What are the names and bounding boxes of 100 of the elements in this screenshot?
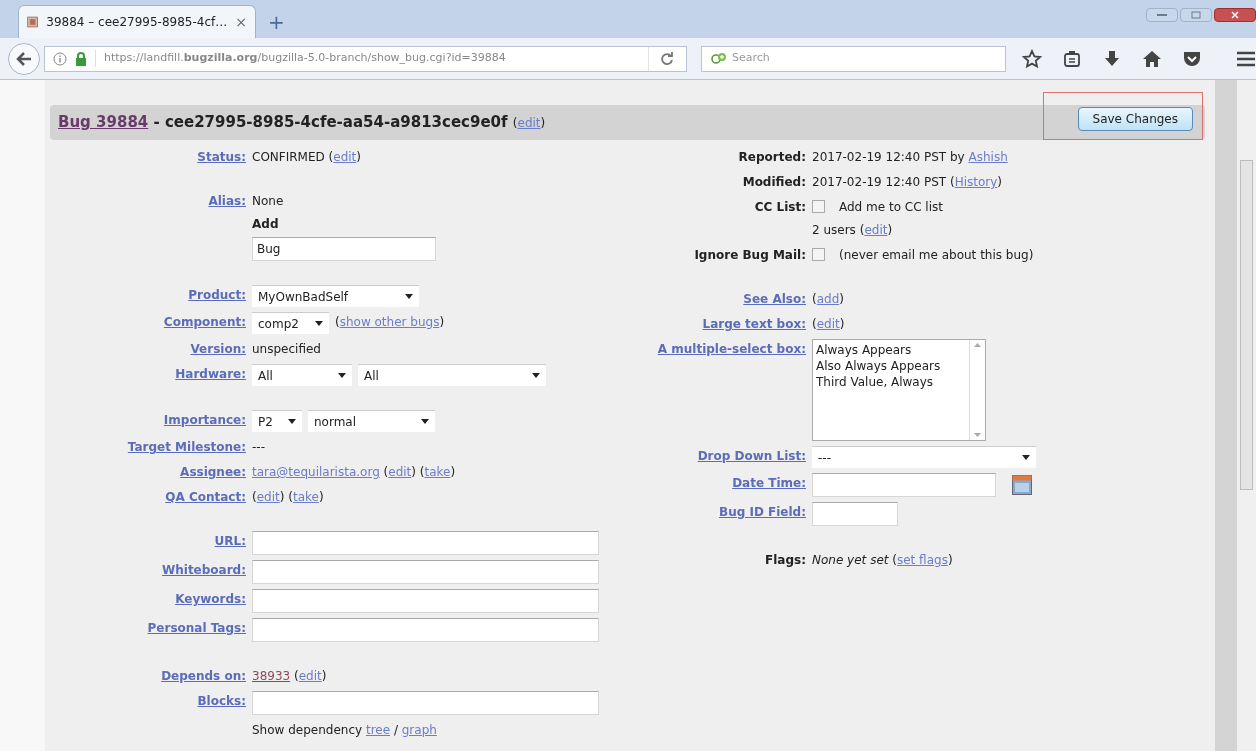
field-value: (never email me about this bug) — [839, 247, 1034, 264]
list-box[interactable]: Always Appears Also Always Appears Third Value, Always — [812, 339, 986, 441]
field-label: Flags: — [765, 553, 806, 567]
dropdown[interactable]: normal — [308, 410, 435, 432]
link[interactable]: Ashish — [968, 150, 1008, 164]
browser-tab[interactable]: 39884 – cee27995-8985-4cf… × — [18, 5, 256, 38]
back-button[interactable] — [8, 42, 40, 75]
minimize-button[interactable] — [1146, 8, 1178, 22]
field-value: None yet set (set flags) — [812, 552, 953, 569]
link[interactable]: edit — [864, 223, 888, 237]
field-label[interactable]: Depends on: — [161, 669, 246, 683]
link[interactable]: add — [816, 292, 840, 306]
link[interactable]: graph — [401, 723, 437, 737]
link[interactable]: tree — [365, 723, 391, 737]
calendar-icon[interactable] — [1012, 475, 1032, 495]
checkbox[interactable] — [812, 248, 825, 261]
field-value: Add me to CC list — [839, 199, 943, 216]
address-bar[interactable]: https://landfill.bugzilla.org/bugzilla-5.0-branch/show_bug.cgi?id=39884 — [44, 45, 687, 72]
link[interactable]: edit — [256, 490, 280, 504]
caret-icon — [532, 373, 540, 378]
link[interactable]: History — [954, 175, 998, 189]
field-label[interactable]: Date Time: — [732, 476, 806, 490]
link[interactable]: take — [292, 490, 319, 504]
field-label[interactable]: See Also: — [743, 292, 806, 306]
field-value: (edit) — [512, 116, 546, 131]
field-value: None — [252, 193, 284, 210]
input-field[interactable] — [812, 473, 996, 497]
dropdown[interactable]: --- — [812, 446, 1036, 468]
maximize-button[interactable] — [1180, 8, 1212, 22]
field-label[interactable]: Assignee: — [180, 465, 246, 479]
minimize-icon — [1157, 13, 1167, 17]
close-window-button[interactable] — [1214, 8, 1256, 22]
link[interactable]: edit — [333, 150, 357, 164]
field-label[interactable]: Bug ID Field: — [719, 505, 806, 519]
link[interactable]: 38933 — [252, 669, 291, 683]
scroll-up-icon[interactable] — [974, 343, 981, 347]
field-label[interactable]: Target Milestone: — [127, 440, 246, 454]
scrollbar[interactable] — [1237, 80, 1256, 751]
dropdown[interactable]: All — [358, 364, 546, 386]
field-label[interactable]: Hardware: — [175, 367, 246, 381]
close-icon — [1231, 11, 1239, 19]
dropdown[interactable]: MyOwnBadSelf — [252, 285, 419, 307]
field-label[interactable]: Product: — [188, 288, 246, 302]
field-label[interactable]: Status: — [197, 150, 246, 164]
save-changes-button[interactable]: Save Changes — [1077, 107, 1193, 131]
search-field[interactable]: Search — [700, 45, 1006, 72]
close-tab-button[interactable]: × — [235, 11, 247, 33]
scroll-down-icon[interactable] — [974, 433, 981, 437]
star-icon[interactable] — [1022, 48, 1042, 69]
link[interactable]: show other bugs — [339, 315, 440, 329]
field-label[interactable]: URL: — [214, 534, 246, 548]
field-label[interactable]: QA Contact: — [165, 490, 246, 504]
input-field[interactable] — [252, 691, 599, 715]
dropdown[interactable]: comp2 — [252, 312, 329, 334]
new-tab-button[interactable]: + — [268, 12, 285, 32]
list-option[interactable]: Also Always Appears — [816, 358, 969, 374]
link[interactable]: set flags — [896, 553, 948, 567]
caret-icon — [288, 419, 296, 424]
field-label[interactable]: Alias: — [208, 194, 246, 208]
link[interactable]: edit — [517, 116, 541, 131]
link[interactable]: edit — [388, 465, 412, 479]
field-label: CC List: — [754, 200, 806, 214]
info-icon — [53, 51, 67, 66]
checkbox[interactable] — [812, 200, 825, 213]
field-label[interactable]: Keywords: — [175, 592, 246, 606]
input-field[interactable]: Bug — [252, 237, 436, 261]
field-label[interactable]: Drop Down List: — [697, 449, 806, 463]
field-label[interactable]: Importance: — [163, 413, 246, 427]
link[interactable]: tara@tequilarista.org — [252, 465, 380, 479]
input-field[interactable] — [252, 560, 599, 584]
field-label[interactable]: Blocks: — [197, 694, 246, 708]
field-value: (edit) (take) — [252, 489, 324, 506]
field-label[interactable]: Component: — [163, 315, 246, 329]
field-label: Ignore Bug Mail: — [694, 248, 806, 262]
list-option[interactable]: Always Appears — [816, 342, 969, 358]
link[interactable]: edit — [816, 317, 840, 331]
input-field[interactable] — [252, 589, 599, 613]
dropdown[interactable]: All — [252, 364, 352, 386]
input-field[interactable] — [252, 618, 599, 642]
field-label[interactable]: Version: — [190, 342, 246, 356]
home-icon[interactable] — [1142, 48, 1162, 69]
menu-icon[interactable] — [1236, 49, 1256, 68]
field-value: (edit) — [812, 316, 845, 333]
link[interactable]: edit — [298, 669, 322, 683]
reload-icon[interactable] — [660, 51, 675, 66]
input-field[interactable] — [812, 502, 898, 526]
field-value: unspecified — [252, 341, 321, 358]
bug-link[interactable]: Bug 39884 — [58, 113, 149, 132]
maximize-icon — [1191, 11, 1201, 19]
field-label[interactable]: A multiple-select box: — [657, 342, 806, 356]
link[interactable]: take — [424, 465, 451, 479]
field-label[interactable]: Large text box: — [702, 317, 806, 331]
dropdown[interactable]: P2 — [252, 410, 302, 432]
input-field[interactable] — [252, 531, 599, 555]
field-label[interactable]: Personal Tags: — [147, 621, 246, 635]
clipboard-icon[interactable] — [1062, 48, 1082, 69]
field-label[interactable]: Whiteboard: — [162, 563, 246, 577]
field-value: (show other bugs) — [335, 314, 445, 331]
list-option[interactable]: Third Value, Always — [816, 374, 969, 390]
field-value: CONFIRMED (edit) — [252, 149, 361, 166]
